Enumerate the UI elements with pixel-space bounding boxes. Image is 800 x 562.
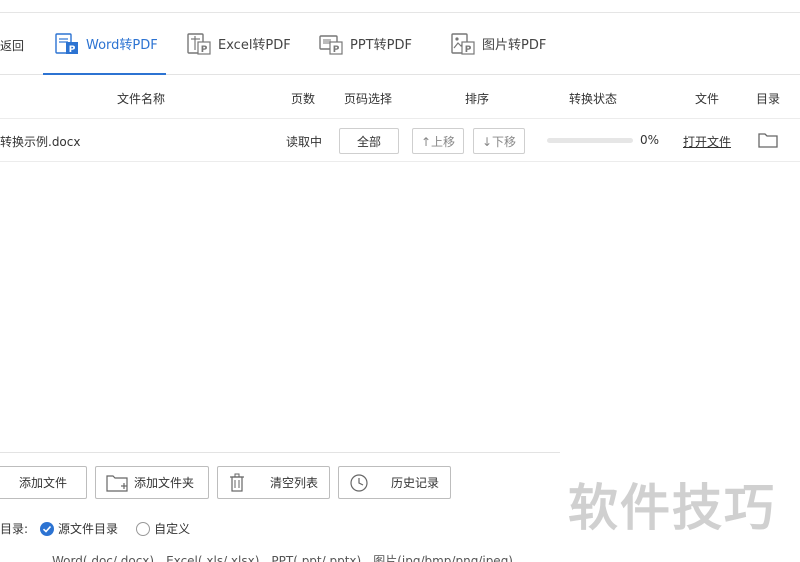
tab-image-to-pdf[interactable]: P 图片转PDF — [451, 13, 546, 74]
table-row: 转换示例.docx 读取中 全部 ↑上移 ↓下移 0% 打开文件 — [0, 119, 800, 162]
page-select-button[interactable]: 全部 — [339, 128, 399, 154]
tab-excel-to-pdf[interactable]: P Excel转PDF — [187, 13, 291, 74]
move-up-button[interactable]: ↑上移 — [412, 128, 464, 154]
back-link[interactable]: 返回 — [0, 37, 24, 54]
clock-icon — [349, 473, 369, 493]
history-label: 历史记录 — [391, 476, 440, 490]
folder-icon[interactable] — [758, 131, 778, 152]
svg-text:P: P — [201, 45, 208, 55]
row-filename: 转换示例.docx — [0, 135, 81, 149]
add-file-button[interactable]: 添加文件 — [0, 466, 87, 499]
move-down-button[interactable]: ↓下移 — [473, 128, 525, 154]
tab-label: Excel转PDF — [218, 38, 291, 53]
col-pages: 页数 — [291, 92, 316, 106]
radio-source-label: 源文件目录 — [58, 522, 119, 536]
add-folder-icon — [106, 473, 128, 493]
col-order: 排序 — [465, 92, 490, 106]
col-file: 文件 — [695, 92, 720, 106]
output-dir-label: 目录: — [0, 522, 29, 536]
excel-file-icon: P — [187, 32, 211, 55]
watermark-text: 软件技巧 — [568, 479, 776, 537]
tab-label: PPT转PDF — [350, 38, 412, 53]
conversion-tab-bar: 返回 P Word转PDF P Excel转PDF P PPT转PDF P 图片… — [0, 13, 800, 75]
open-file-link[interactable]: 打开文件 — [683, 133, 731, 150]
tab-label: 图片转PDF — [482, 38, 547, 53]
clear-list-button[interactable]: 清空列表 — [217, 466, 330, 499]
radio-source-dir[interactable]: 源文件目录 — [40, 520, 118, 537]
radio-checked-icon — [40, 521, 55, 536]
clear-list-label: 清空列表 — [270, 476, 319, 490]
progress-percent: 0% — [640, 133, 660, 147]
trash-icon — [228, 473, 248, 493]
col-dir: 目录 — [756, 92, 781, 106]
row-pages: 读取中 — [286, 135, 323, 149]
svg-text:P: P — [69, 45, 76, 55]
svg-text:P: P — [465, 45, 472, 55]
output-directory-options: 目录: 源文件目录 自定义 — [0, 520, 190, 537]
supported-formats-text: Word(.doc/.docx)、Excel(.xls/.xlsx)、PPT(.… — [52, 554, 513, 562]
tab-label: Word转PDF — [86, 38, 158, 53]
history-button[interactable]: 历史记录 — [338, 466, 451, 499]
tab-ppt-to-pdf[interactable]: P PPT转PDF — [319, 13, 412, 74]
col-filename: 文件名称 — [117, 92, 166, 106]
conversion-progress-bar — [547, 138, 633, 143]
col-status: 转换状态 — [569, 92, 618, 106]
file-table-header: 文件名称 页数 页码选择 排序 转换状态 文件 目录 — [0, 75, 800, 119]
add-file-label: 添加文件 — [19, 476, 68, 490]
ppt-file-icon: P — [319, 33, 343, 55]
list-bottom-divider — [0, 452, 560, 453]
add-folder-label: 添加文件夹 — [134, 476, 195, 490]
word-file-icon: P — [55, 32, 79, 55]
radio-custom-label: 自定义 — [154, 522, 191, 536]
add-folder-button[interactable]: 添加文件夹 — [95, 466, 209, 499]
tab-word-to-pdf[interactable]: P Word转PDF — [43, 13, 166, 75]
radio-unchecked-icon — [136, 521, 151, 536]
image-file-icon: P — [451, 32, 475, 55]
svg-text:P: P — [333, 45, 340, 55]
col-page-select: 页码选择 — [344, 92, 393, 106]
radio-custom-dir[interactable]: 自定义 — [136, 520, 190, 537]
